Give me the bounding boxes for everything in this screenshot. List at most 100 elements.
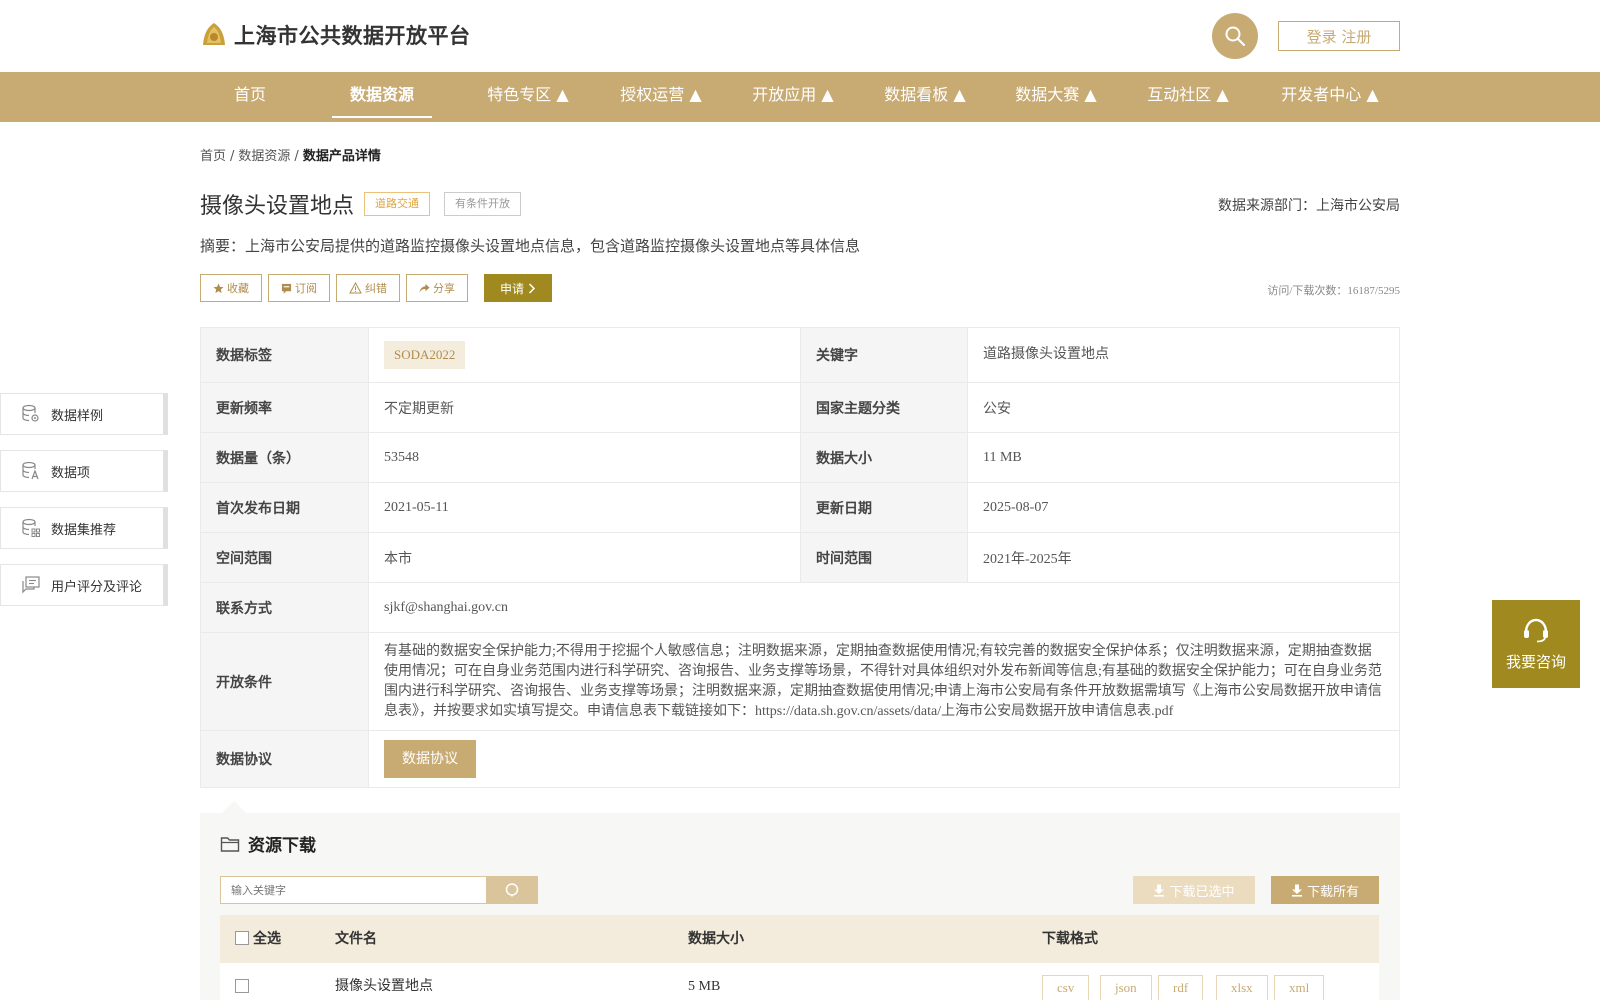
open-condition-value: 有基础的数据安全保护能力;不得用于挖掘个人敏感信息；注明数据来源，定期抽查数据使…	[368, 632, 1400, 731]
logo-icon	[203, 23, 225, 45]
table-row: 更新频率 不定期更新 国家主题分类 公安	[200, 382, 1400, 433]
resource-search-input[interactable]	[220, 876, 487, 904]
protocol-label: 数据协议	[200, 730, 369, 788]
breadcrumb-home[interactable]: 首页	[200, 149, 226, 164]
nav-open-apps[interactable]: 开放应用 ▲	[735, 72, 851, 122]
database-recommend-icon	[22, 518, 40, 537]
data-tag-label: 数据标签	[200, 327, 369, 383]
login-register-button[interactable]: 登录 注册	[1278, 21, 1400, 51]
format-xml-button[interactable]: xml	[1274, 975, 1325, 1000]
time-range-value: 2021年-2025年	[967, 532, 1400, 583]
format-csv-button[interactable]: csv	[1042, 975, 1090, 1000]
search-icon	[505, 883, 519, 897]
nav-community[interactable]: 互动社区 ▲	[1130, 72, 1246, 122]
resource-search-button[interactable]	[486, 876, 538, 904]
first-publish-label: 首次发布日期	[200, 482, 369, 533]
select-all-checkbox[interactable]	[235, 931, 249, 945]
search-icon	[1225, 26, 1246, 47]
download-icon	[1291, 884, 1302, 897]
side-item-label: 数据样例	[51, 408, 104, 424]
favorite-button[interactable]: 收藏	[200, 274, 262, 302]
folder-icon	[220, 836, 240, 852]
main-nav: 首页 数据资源 特色专区 ▲ 授权运营 ▲ 开放应用 ▲ 数据看板 ▲ 数据大赛…	[0, 72, 1600, 122]
resource-title: 资源下载	[220, 831, 316, 856]
select-all-cell[interactable]: 全选	[235, 915, 281, 963]
metadata-table: 数据标签 SODA2022 关键字 道路摄像头设置地点 更新频率 不定期更新 国…	[200, 327, 1400, 788]
nav-developer-center[interactable]: 开发者中心 ▲	[1264, 72, 1396, 122]
format-json-button[interactable]: json	[1100, 975, 1152, 1000]
spatial-range-label: 空间范围	[200, 532, 369, 583]
database-sample-icon	[22, 404, 39, 422]
share-button[interactable]: 分享	[406, 274, 468, 302]
nav-special-zones[interactable]: 特色专区 ▲	[470, 72, 586, 122]
data-protocol-button[interactable]: 数据协议	[384, 740, 476, 778]
share-label: 分享	[433, 282, 455, 295]
side-menu: 数据样例 数据项 数据集推荐 用户评分及评论	[0, 393, 168, 621]
table-row: 数据标签 SODA2022 关键字 道路摄像头设置地点	[200, 327, 1400, 383]
record-count-label: 数据量（条）	[200, 432, 369, 483]
report-error-button[interactable]: 纠错	[336, 274, 400, 302]
nav-home[interactable]: 首页	[234, 72, 266, 122]
data-size-label: 数据大小	[800, 432, 968, 483]
data-tag-value: SODA2022	[368, 327, 801, 383]
update-freq-label: 更新频率	[200, 382, 369, 433]
download-all-button[interactable]: 下载所有	[1271, 876, 1379, 904]
site-header: 上海市公共数据开放平台 登录 注册	[0, 0, 1600, 72]
subscribe-icon	[281, 283, 292, 294]
side-item-data-sample[interactable]: 数据样例	[0, 393, 168, 435]
format-xlsx-button[interactable]: xlsx	[1216, 975, 1268, 1000]
side-item-label: 数据项	[51, 465, 91, 481]
visit-download-count: 访问/下载次数：16187/5295	[1267, 285, 1400, 297]
section-pointer	[222, 801, 246, 813]
soda-tag[interactable]: SODA2022	[384, 341, 466, 369]
subscribe-button[interactable]: 订阅	[268, 274, 330, 302]
first-publish-value: 2021-05-11	[368, 482, 801, 533]
breadcrumb-separator: /	[294, 149, 299, 164]
data-size-value: 11 MB	[967, 432, 1400, 483]
site-logo[interactable]: 上海市公共数据开放平台	[200, 20, 471, 50]
star-icon	[213, 282, 224, 293]
warning-icon	[349, 282, 362, 294]
contact-value: sjkf@shanghai.gov.cn	[368, 582, 1400, 633]
nav-data-contest[interactable]: 数据大赛 ▲	[998, 72, 1114, 122]
favorite-label: 收藏	[227, 282, 249, 295]
theme-category-label: 国家主题分类	[800, 382, 968, 433]
table-row: 数据协议 数据协议	[200, 730, 1400, 788]
nav-data-dashboard[interactable]: 数据看板 ▲	[867, 72, 983, 122]
table-row: 摄像头设置地点 5 MB	[220, 963, 1379, 1000]
page-title: 摄像头设置地点	[200, 194, 355, 219]
side-item-data-fields[interactable]: 数据项	[0, 450, 168, 492]
row-size: 5 MB	[688, 979, 721, 994]
report-error-label: 纠错	[365, 282, 387, 295]
headset-icon	[1524, 618, 1548, 642]
nav-authorized-ops[interactable]: 授权运营 ▲	[603, 72, 719, 122]
side-item-label: 用户评分及评论	[51, 579, 143, 595]
download-selected-button[interactable]: 下载已选中	[1133, 876, 1255, 904]
update-date-label: 更新日期	[800, 482, 968, 533]
row-checkbox[interactable]	[235, 978, 249, 993]
time-range-label: 时间范围	[800, 532, 968, 583]
update-freq-value: 不定期更新	[368, 382, 801, 433]
share-icon	[419, 283, 430, 293]
keyword-label: 关键字	[800, 327, 968, 383]
breadcrumb-current: 数据产品详情	[302, 149, 381, 164]
row-select-cell[interactable]	[235, 963, 253, 1000]
action-bar: 收藏 订阅 纠错 分享 申请	[200, 274, 553, 302]
col-size: 数据大小	[688, 931, 744, 947]
contact-label: 联系方式	[200, 582, 369, 633]
format-rdf-button[interactable]: rdf	[1158, 975, 1204, 1000]
select-all-label: 全选	[253, 931, 281, 947]
consult-button[interactable]: 我要咨询	[1492, 600, 1580, 688]
side-item-dataset-recommend[interactable]: 数据集推荐	[0, 507, 168, 549]
apply-button[interactable]: 申请	[484, 274, 553, 302]
breadcrumb-resources[interactable]: 数据资源	[238, 149, 290, 164]
nav-data-resources[interactable]: 数据资源	[332, 72, 432, 122]
breadcrumb-separator: /	[230, 149, 235, 164]
col-format: 下载格式	[1042, 931, 1098, 947]
header-search-button[interactable]	[1212, 13, 1258, 59]
update-date-value: 2025-08-07	[967, 482, 1400, 533]
side-item-ratings-comments[interactable]: 用户评分及评论	[0, 564, 168, 606]
open-condition-label: 开放条件	[200, 632, 369, 731]
open-type-tag: 有条件开放	[444, 192, 521, 216]
download-all-label: 下载所有	[1306, 884, 1359, 900]
